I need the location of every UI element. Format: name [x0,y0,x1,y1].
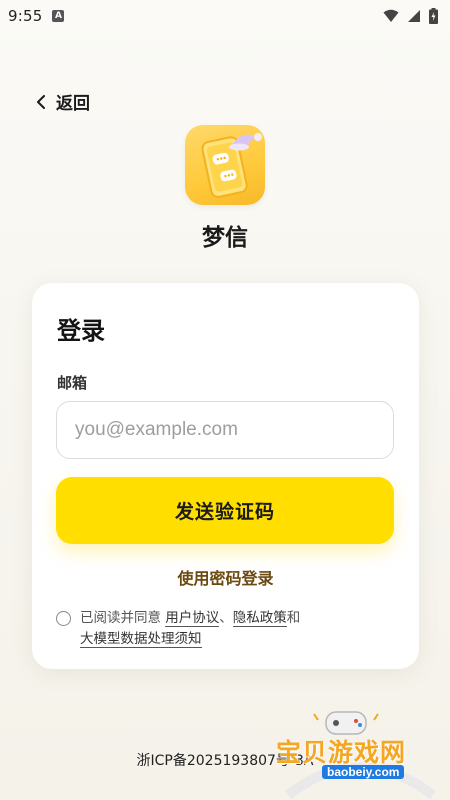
signal-icon [408,10,420,22]
agreement-text: 已阅读并同意 用户协议、隐私政策和大模型数据处理须知 [56,608,356,650]
notification-app-icon: A [52,10,65,22]
wifi-icon [383,9,399,22]
chevron-left-icon [37,94,45,109]
watermark: 宝贝游戏网 baobeiy.com [268,700,450,800]
login-title: 登录 [57,317,105,345]
send-code-button[interactable]: 发送验证码 [56,477,394,544]
app-name: 梦信 [202,225,248,251]
privacy-policy-link[interactable]: 隐私政策 [232,610,287,627]
watermark-url: baobeiy.com [322,765,405,779]
user-agreement-link[interactable]: 用户协议 [165,610,220,627]
password-login-link[interactable]: 使用密码登录 [32,565,419,589]
agreement-conjunction: 和 [286,610,301,626]
agreement: 已阅读并同意 用户协议、隐私政策和大模型数据处理须知 [56,608,356,650]
agreement-separator: 、 [219,610,233,626]
status-time: 9:55 [8,7,43,25]
back-button[interactable]: 返回 [36,89,90,114]
app-logo [185,125,265,205]
status-bar: 9:55 A [0,0,450,32]
status-left: 9:55 A [8,7,65,25]
email-field[interactable] [56,401,394,459]
login-card: 登录 邮箱 发送验证码 使用密码登录 已阅读并同意 用户协议、隐私政策和大模型数… [32,283,419,669]
agree-radio[interactable] [56,611,71,626]
back-label: 返回 [56,94,90,114]
model-data-notice-link[interactable]: 大模型数据处理须知 [80,631,202,648]
agreement-prefix: 已阅读并同意 [80,610,166,626]
chat-phone-logo [201,133,262,198]
watermark-title: 宝贝游戏网 [276,738,407,767]
battery-icon [429,8,438,24]
status-right [383,8,438,24]
email-label: 邮箱 [57,374,88,392]
